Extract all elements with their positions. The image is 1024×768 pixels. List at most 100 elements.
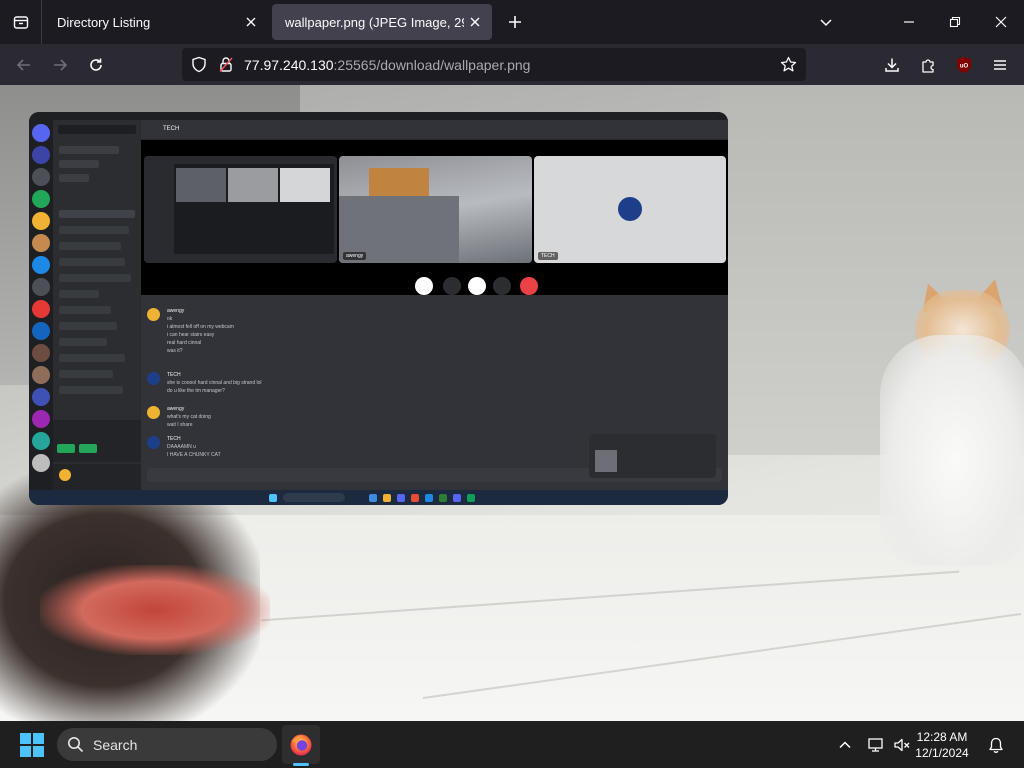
mute-control	[493, 277, 511, 295]
windows-logo-icon	[20, 746, 31, 757]
nested-windows-taskbar	[29, 490, 728, 505]
forward-button[interactable]	[47, 52, 73, 78]
dm-row	[59, 274, 131, 282]
message-line: I HAVE A CHUNKY CAT	[167, 452, 221, 458]
network-status-button[interactable]	[866, 734, 888, 756]
discord-dm-header: TECH	[141, 120, 728, 140]
message-line: wait I share	[167, 422, 193, 428]
tab-strip: Directory Listing wallpaper.png (JPEG Im…	[0, 0, 1024, 44]
taskbar-clock[interactable]: 12:28 AM 12/1/2024	[910, 729, 974, 761]
extensions-button[interactable]	[915, 52, 941, 78]
svg-text:uO: uO	[960, 64, 969, 70]
dm-search-box	[58, 125, 136, 134]
video-tile-label: TECH	[538, 252, 558, 260]
tab-overflow-button[interactable]	[814, 10, 838, 34]
firefox-taskbar-button[interactable]	[282, 725, 320, 764]
dm-row	[59, 290, 99, 298]
windows-logo-icon	[20, 733, 31, 744]
dm-row	[59, 306, 111, 314]
minimize-button[interactable]	[897, 10, 921, 34]
video-tile-awengy: awengy	[339, 156, 532, 263]
tab-title: Directory Listing	[57, 14, 151, 30]
close-tab-icon[interactable]	[468, 15, 482, 29]
message-line: DAAAAMN u	[167, 444, 196, 450]
ublock-extension-button[interactable]: uO	[951, 52, 977, 78]
tab-directory-listing[interactable]: Directory Listing	[44, 4, 268, 40]
screen-share-toggle	[79, 444, 97, 453]
new-tab-button[interactable]	[503, 10, 527, 34]
reload-icon	[90, 58, 102, 71]
bell-icon	[989, 737, 1003, 753]
forward-arrow-icon	[54, 59, 68, 71]
nested-search-box	[283, 493, 345, 502]
discord-server-list	[29, 120, 53, 490]
navigation-bar: 77.97.240.130:25565/download/wallpaper.p…	[0, 44, 1024, 85]
dm-row	[59, 226, 129, 234]
plus-icon	[509, 16, 521, 28]
insecure-lock-icon[interactable]	[218, 56, 234, 73]
message-author: TECH	[167, 372, 181, 378]
close-window-button[interactable]	[989, 10, 1013, 34]
message-author: awengy	[167, 308, 185, 314]
dm-row	[59, 258, 125, 266]
server-icon	[32, 432, 50, 450]
restore-button[interactable]	[943, 10, 967, 34]
dm-row	[59, 338, 107, 346]
server-icon	[32, 454, 50, 472]
network-icon	[868, 738, 883, 752]
dm-row	[59, 242, 121, 250]
close-tab-icon[interactable]	[244, 15, 258, 29]
message-line: she is cooool hard cinnal and big strand…	[167, 380, 262, 386]
toast-thumbnail	[595, 450, 617, 472]
server-icon	[32, 190, 50, 208]
chevron-up-icon	[839, 741, 851, 749]
server-icon	[32, 212, 50, 230]
app-menu-button[interactable]	[987, 52, 1013, 78]
message-line: i can hear stairs easy	[167, 332, 215, 338]
close-icon	[995, 16, 1007, 28]
search-icon	[68, 737, 84, 753]
video-toggle	[57, 444, 75, 453]
message-line: do u like the tm manager?	[167, 388, 225, 394]
server-icon	[32, 344, 50, 362]
taskbar-search[interactable]: Search	[57, 728, 277, 761]
tab-wallpaper[interactable]: wallpaper.png (JPEG Image, 2958 × 1644 p…	[272, 4, 492, 40]
voice-connected-panel	[53, 420, 141, 462]
bookmark-star-icon[interactable]	[780, 56, 797, 73]
discord-notification-toast	[589, 434, 716, 478]
camera-control	[415, 277, 433, 295]
notifications-button[interactable]	[985, 734, 1007, 756]
dm-row	[59, 160, 99, 168]
message-author: awengy	[167, 406, 185, 412]
avatar	[147, 372, 160, 385]
url-bar[interactable]: 77.97.240.130:25565/download/wallpaper.p…	[182, 48, 806, 81]
start-button[interactable]	[20, 733, 44, 757]
image-viewer[interactable]: TECH awengy TECH awengy ok i almost fell…	[0, 85, 1024, 721]
search-label: Search	[93, 737, 138, 753]
message-line: was it?	[167, 348, 183, 354]
nested-thumbnail	[280, 168, 330, 202]
url-text[interactable]: 77.97.240.130:25565/download/wallpaper.p…	[244, 57, 530, 73]
discord-screenshot: TECH awengy TECH awengy ok i almost fell…	[29, 112, 728, 505]
server-icon	[32, 410, 50, 428]
list-all-tabs-button[interactable]	[0, 0, 42, 44]
shield-icon[interactable]	[191, 56, 207, 73]
nested-app-icon	[425, 494, 433, 502]
nested-screen-share	[174, 164, 334, 254]
downloads-button[interactable]	[879, 52, 905, 78]
photo-red-object	[40, 565, 270, 655]
nested-app-icon	[467, 494, 475, 502]
show-hidden-icons-button[interactable]	[834, 734, 856, 756]
dm-row	[59, 146, 119, 154]
reload-button[interactable]	[83, 52, 109, 78]
server-icon	[32, 278, 50, 296]
active-app-indicator	[293, 763, 309, 766]
nested-thumbnail	[228, 168, 278, 202]
dm-header-name: TECH	[163, 126, 180, 132]
tab-title: wallpaper.png (JPEG Image, 2958 × 1644 p…	[285, 14, 464, 30]
back-button[interactable]	[11, 52, 37, 78]
dm-row	[59, 174, 89, 182]
discord-titlebar	[29, 112, 728, 120]
nested-app-icon	[369, 494, 377, 502]
tab-list-icon	[13, 16, 28, 29]
